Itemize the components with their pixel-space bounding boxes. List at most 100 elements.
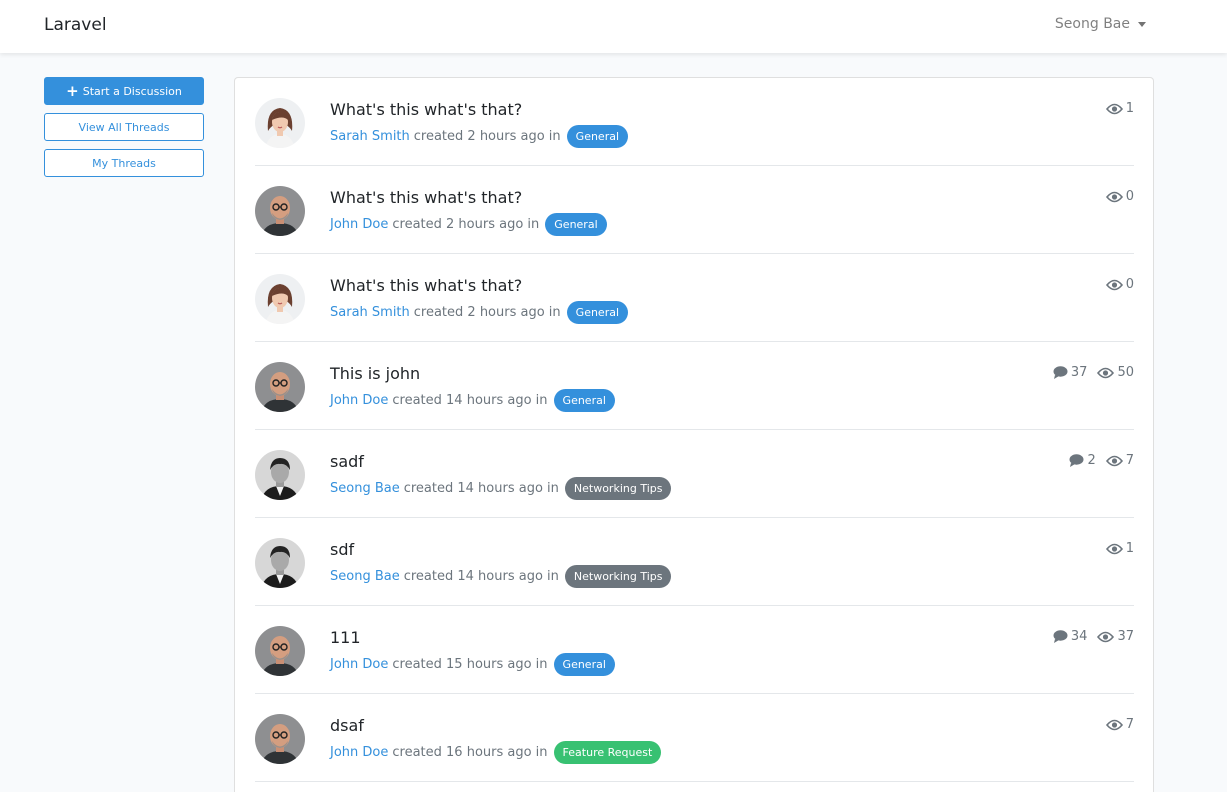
reply-count: 37 bbox=[1053, 365, 1088, 380]
my-threads-button[interactable]: My Threads bbox=[44, 149, 204, 177]
view-count-value: 7 bbox=[1125, 453, 1134, 468]
thread-meta: John Doe created 15 hours ago in General bbox=[330, 653, 615, 676]
created-text: created 14 hours ago in bbox=[392, 393, 548, 408]
thread-row[interactable]: What's this what's that? Sarah Smith cre… bbox=[255, 254, 1134, 342]
author-link[interactable]: Seong Bae bbox=[330, 569, 400, 584]
channel-badge[interactable]: General bbox=[566, 301, 629, 324]
avatar[interactable] bbox=[255, 714, 305, 764]
channel-badge[interactable]: General bbox=[553, 653, 615, 676]
start-discussion-button[interactable]: + Start a Discussion bbox=[44, 77, 204, 105]
user-dropdown[interactable]: Seong Bae bbox=[1055, 16, 1146, 32]
thread-stats: 1 bbox=[1105, 541, 1134, 556]
comment-icon bbox=[1053, 366, 1068, 379]
sidebar: + Start a Discussion View All Threads My… bbox=[44, 77, 204, 185]
view-count-value: 37 bbox=[1117, 629, 1134, 644]
thread-row[interactable]: dsaf John Doe created 16 hours ago in Fe… bbox=[255, 694, 1134, 782]
thread-title[interactable]: sdf bbox=[330, 540, 354, 559]
author-link[interactable]: John Doe bbox=[330, 745, 388, 760]
thread-meta: Sarah Smith created 2 hours ago in Gener… bbox=[330, 125, 629, 148]
channel-badge[interactable]: General bbox=[545, 213, 607, 236]
view-count-value: 50 bbox=[1117, 365, 1134, 380]
thread-stats: 0 bbox=[1105, 277, 1134, 292]
view-count-value: 7 bbox=[1125, 717, 1134, 732]
thread-title[interactable]: sadf bbox=[330, 452, 364, 471]
avatar[interactable] bbox=[255, 362, 305, 412]
thread-stats: 37 50 bbox=[1053, 365, 1134, 380]
thread-title[interactable]: What's this what's that? bbox=[330, 100, 522, 119]
thread-stats: 7 bbox=[1105, 717, 1134, 732]
author-link[interactable]: John Doe bbox=[330, 217, 388, 232]
channel-badge[interactable]: Feature Request bbox=[553, 741, 662, 764]
thread-row[interactable]: sadf Seong Bae created 14 hours ago in N… bbox=[255, 430, 1134, 518]
thread-stats: 34 37 bbox=[1053, 629, 1134, 644]
thread-row[interactable]: This is john John Doe created 14 hours a… bbox=[255, 342, 1134, 430]
view-count-value: 1 bbox=[1125, 541, 1134, 556]
channel-badge[interactable]: Networking Tips bbox=[564, 565, 672, 588]
view-count: 1 bbox=[1105, 541, 1134, 556]
author-link[interactable]: Sarah Smith bbox=[330, 305, 410, 320]
navbar: Laravel Seong Bae bbox=[0, 0, 1227, 53]
view-all-threads-label: View All Threads bbox=[78, 120, 170, 134]
created-text: created 15 hours ago in bbox=[392, 657, 548, 672]
reply-count-value: 37 bbox=[1070, 365, 1088, 380]
eye-icon bbox=[1105, 103, 1123, 115]
thread-meta: John Doe created 2 hours ago in General bbox=[330, 213, 607, 236]
author-link[interactable]: John Doe bbox=[330, 657, 388, 672]
channel-badge[interactable]: General bbox=[553, 389, 615, 412]
avatar[interactable] bbox=[255, 186, 305, 236]
view-count: 7 bbox=[1105, 717, 1134, 732]
view-count: 37 bbox=[1097, 629, 1134, 644]
created-text: created 2 hours ago in bbox=[413, 305, 561, 320]
thread-title[interactable]: 111 bbox=[330, 628, 361, 647]
thread-meta: Seong Bae created 14 hours ago in Networ… bbox=[330, 477, 672, 500]
comment-icon bbox=[1053, 630, 1068, 643]
view-count-value: 1 bbox=[1125, 101, 1134, 116]
eye-icon bbox=[1105, 719, 1123, 731]
thread-row[interactable]: What's this what's that? Sarah Smith cre… bbox=[255, 78, 1134, 166]
eye-icon bbox=[1105, 279, 1123, 291]
avatar[interactable] bbox=[255, 98, 305, 148]
reply-count-value: 2 bbox=[1087, 453, 1096, 468]
created-text: created 14 hours ago in bbox=[403, 569, 559, 584]
author-link[interactable]: John Doe bbox=[330, 393, 388, 408]
eye-icon bbox=[1105, 543, 1123, 555]
channel-badge[interactable]: General bbox=[566, 125, 629, 148]
start-discussion-label: Start a Discussion bbox=[82, 84, 182, 98]
reply-count: 2 bbox=[1069, 453, 1096, 468]
thread-stats: 0 bbox=[1105, 189, 1134, 204]
reply-count: 34 bbox=[1053, 629, 1088, 644]
thread-title[interactable]: What's this what's that? bbox=[330, 276, 522, 295]
author-link[interactable]: Sarah Smith bbox=[330, 129, 410, 144]
eye-icon bbox=[1105, 191, 1123, 203]
thread-row[interactable]: 111 John Doe created 15 hours ago in Gen… bbox=[255, 606, 1134, 694]
view-count: 0 bbox=[1105, 277, 1134, 292]
view-all-threads-button[interactable]: View All Threads bbox=[44, 113, 204, 141]
caret-down-icon bbox=[1138, 21, 1146, 27]
thread-row[interactable]: What's this what's that? John Doe create… bbox=[255, 166, 1134, 254]
thread-meta: Seong Bae created 14 hours ago in Networ… bbox=[330, 565, 672, 588]
comment-icon bbox=[1069, 454, 1084, 467]
eye-icon bbox=[1097, 367, 1115, 379]
thread-meta: Sarah Smith created 2 hours ago in Gener… bbox=[330, 301, 629, 324]
thread-row[interactable]: sdf Seong Bae created 14 hours ago in Ne… bbox=[255, 518, 1134, 606]
thread-title[interactable]: What's this what's that? bbox=[330, 188, 522, 207]
avatar[interactable] bbox=[255, 626, 305, 676]
view-count-value: 0 bbox=[1125, 277, 1134, 292]
view-count: 1 bbox=[1105, 101, 1134, 116]
brand-link[interactable]: Laravel bbox=[44, 15, 107, 35]
thread-meta: John Doe created 16 hours ago in Feature… bbox=[330, 741, 662, 764]
avatar[interactable] bbox=[255, 450, 305, 500]
author-link[interactable]: Seong Bae bbox=[330, 481, 400, 496]
plus-icon: + bbox=[66, 81, 79, 100]
channel-badge[interactable]: Networking Tips bbox=[564, 477, 672, 500]
thread-title[interactable]: dsaf bbox=[330, 716, 364, 735]
thread-list-card: What's this what's that? Sarah Smith cre… bbox=[234, 77, 1154, 792]
created-text: created 16 hours ago in bbox=[392, 745, 548, 760]
avatar[interactable] bbox=[255, 538, 305, 588]
reply-count-value: 34 bbox=[1070, 629, 1088, 644]
created-text: created 2 hours ago in bbox=[392, 217, 540, 232]
thread-meta: John Doe created 14 hours ago in General bbox=[330, 389, 615, 412]
view-count-value: 0 bbox=[1125, 189, 1134, 204]
avatar[interactable] bbox=[255, 274, 305, 324]
thread-title[interactable]: This is john bbox=[330, 364, 420, 383]
